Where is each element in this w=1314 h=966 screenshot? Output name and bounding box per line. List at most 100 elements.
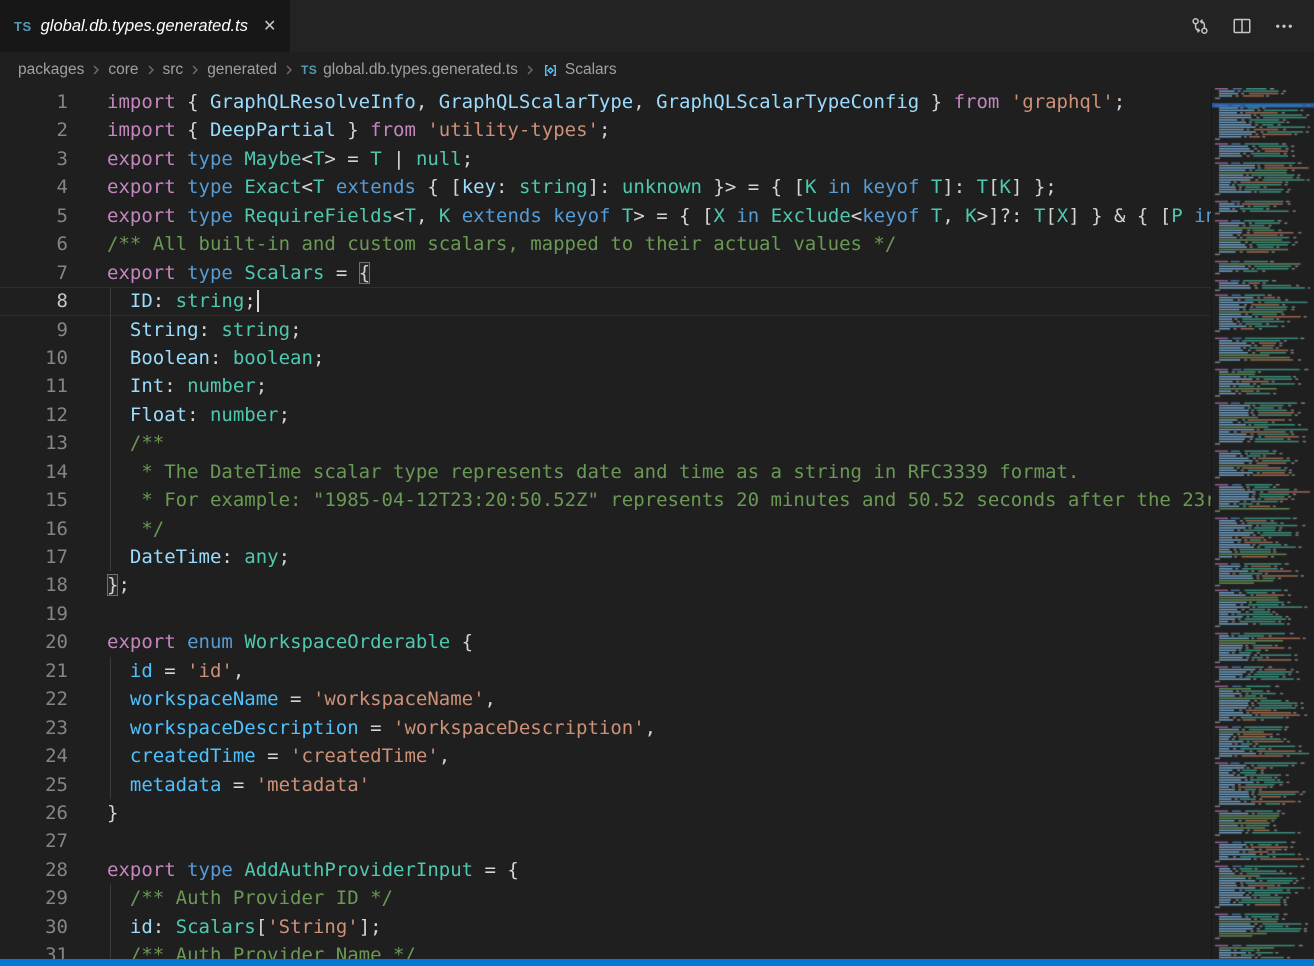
code-text: String: string; [107, 316, 302, 344]
code-text: Float: number; [107, 401, 290, 429]
minimap[interactable] [1211, 88, 1314, 959]
code-line[interactable]: 25 metadata = 'metadata' [0, 771, 1212, 799]
code-text: createdTime = 'createdTime', [107, 742, 450, 770]
code-line[interactable]: 20 export enum WorkspaceOrderable { [0, 628, 1212, 656]
breadcrumb-item-packages[interactable]: packages [18, 61, 84, 79]
editor-window: TS global.db.types.generated.ts ✕ [0, 0, 1314, 966]
line-number[interactable]: 18 [0, 571, 68, 599]
line-number[interactable]: 5 [0, 202, 68, 230]
line-number[interactable]: 4 [0, 173, 68, 201]
breadcrumb: packages core src generated TSglobal.db.type… [0, 52, 1314, 88]
line-number[interactable]: 19 [0, 600, 68, 628]
code-line[interactable]: 3export type Maybe<T> = T | null; [0, 145, 1212, 173]
code-line[interactable]: 1 import { GraphQLResolveInfo, GraphQLSca… [0, 88, 1212, 116]
code-line[interactable]: 28export type AddAuthProviderInput = { [0, 856, 1212, 884]
ellipsis-icon [1274, 16, 1294, 36]
code-line[interactable]: 12 Float: number; [0, 401, 1212, 429]
indent-guide [110, 316, 111, 344]
code-line[interactable]: 14 * The DateTime scalar type represents… [0, 458, 1212, 486]
line-number[interactable]: 23 [0, 714, 68, 742]
code-text: /** Auth Provider Name */ [107, 941, 416, 959]
code-line[interactable]: 6/** All built-in and custom scalars, ma… [0, 230, 1212, 258]
indent-guide [110, 714, 111, 742]
split-editor-icon [1232, 16, 1252, 36]
code-line[interactable]: 30 id: Scalars['String']; [0, 913, 1212, 941]
line-number[interactable]: 3 [0, 145, 68, 173]
line-number[interactable]: 28 [0, 856, 68, 884]
line-number[interactable]: 6 [0, 230, 68, 258]
indent-guide [110, 486, 111, 514]
code-text: ID: string; [107, 287, 259, 315]
code-line[interactable]: 29 /** Auth Provider ID */ [0, 884, 1212, 912]
line-number[interactable]: 24 [0, 742, 68, 770]
indent-guide [110, 742, 111, 770]
open-changes-button[interactable] [1186, 12, 1214, 40]
symbol-type-icon [542, 62, 559, 79]
code-line[interactable]: 13 /** [0, 429, 1212, 457]
code-line[interactable]: 15 * For example: "1985-04-12T23:20:50.5… [0, 486, 1212, 514]
line-number[interactable]: 2 [0, 116, 68, 144]
code-line[interactable]: 26} [0, 799, 1212, 827]
line-number[interactable]: 30 [0, 913, 68, 941]
line-number[interactable]: 14 [0, 458, 68, 486]
line-number[interactable]: 12 [0, 401, 68, 429]
code-text: import { GraphQLResolveInfo, GraphQLScal… [107, 88, 1125, 116]
code-line[interactable]: 31 /** Auth Provider Name */ [0, 941, 1212, 959]
line-number[interactable]: 1 [0, 88, 68, 116]
line-number[interactable]: 7 [0, 259, 68, 287]
breadcrumb-item-core[interactable]: core [108, 61, 138, 79]
line-number[interactable]: 9 [0, 316, 68, 344]
code-line[interactable]: 9 String: string; [0, 316, 1212, 344]
line-number[interactable]: 27 [0, 827, 68, 855]
code-text: export type Exact<T extends { [key: stri… [107, 173, 1057, 201]
code-text: export enum WorkspaceOrderable { [107, 628, 473, 656]
code-line[interactable]: 21 id = 'id', [0, 657, 1212, 685]
line-number[interactable]: 15 [0, 486, 68, 514]
close-icon[interactable]: ✕ [263, 16, 276, 36]
code-line[interactable]: 11 Int: number; [0, 372, 1212, 400]
line-number[interactable]: 20 [0, 628, 68, 656]
code-line[interactable]: 10 Boolean: boolean; [0, 344, 1212, 372]
split-editor-button[interactable] [1228, 12, 1256, 40]
line-number[interactable]: 13 [0, 429, 68, 457]
line-number[interactable]: 31 [0, 941, 68, 959]
breadcrumb-label: global.db.types.generated.ts [323, 61, 518, 79]
code-text: metadata = 'metadata' [107, 771, 370, 799]
chevron-right-icon [143, 62, 159, 78]
line-number[interactable]: 21 [0, 657, 68, 685]
line-number[interactable]: 26 [0, 799, 68, 827]
code-line[interactable]: 2import { DeepPartial } from 'utility-ty… [0, 116, 1212, 144]
breadcrumb-item-generated[interactable]: generated [207, 61, 277, 79]
code-text: id: Scalars['String']; [107, 913, 382, 941]
line-number[interactable]: 16 [0, 515, 68, 543]
line-number[interactable]: 10 [0, 344, 68, 372]
code-line[interactable]: 24 createdTime = 'createdTime', [0, 742, 1212, 770]
more-actions-button[interactable] [1270, 12, 1298, 40]
code-text: DateTime: any; [107, 543, 290, 571]
breadcrumb-item-src[interactable]: src [163, 61, 184, 79]
line-number[interactable]: 22 [0, 685, 68, 713]
line-number[interactable]: 11 [0, 372, 68, 400]
line-number[interactable]: 29 [0, 884, 68, 912]
line-number[interactable]: 8 [0, 287, 68, 315]
line-number[interactable]: 25 [0, 771, 68, 799]
code-editor: 1 import { GraphQLResolveInfo, GraphQLSca… [0, 88, 1314, 959]
code-line[interactable]: 7 export type Scalars = { [0, 259, 1212, 287]
breadcrumb-item-scalars[interactable]: Scalars [542, 61, 617, 79]
code-text: Boolean: boolean; [107, 344, 324, 372]
code-line[interactable]: 18}; [0, 571, 1212, 599]
active-tab[interactable]: TS global.db.types.generated.ts ✕ [0, 0, 290, 52]
code-line[interactable]: 22 workspaceName = 'workspaceName', [0, 685, 1212, 713]
code-text: export type Scalars = { [107, 259, 370, 287]
code-line[interactable]: 23 workspaceDescription = 'workspaceDesc… [0, 714, 1212, 742]
code-line[interactable]: 5export type RequireFields<T, K extends … [0, 202, 1212, 230]
code-line[interactable]: 8 ID: string; [0, 287, 1212, 315]
indent-guide [110, 372, 111, 400]
breadcrumb-item-global-db-types-generated-ts[interactable]: TSglobal.db.types.generated.ts [301, 61, 518, 79]
line-number[interactable]: 17 [0, 543, 68, 571]
code-line[interactable]: 16 */ [0, 515, 1212, 543]
code-line[interactable]: 17 DateTime: any; [0, 543, 1212, 571]
code-line[interactable]: 19 [0, 600, 1212, 628]
code-line[interactable]: 27 [0, 827, 1212, 855]
code-line[interactable]: 4 export type Exact<T extends { [key: str… [0, 173, 1212, 201]
